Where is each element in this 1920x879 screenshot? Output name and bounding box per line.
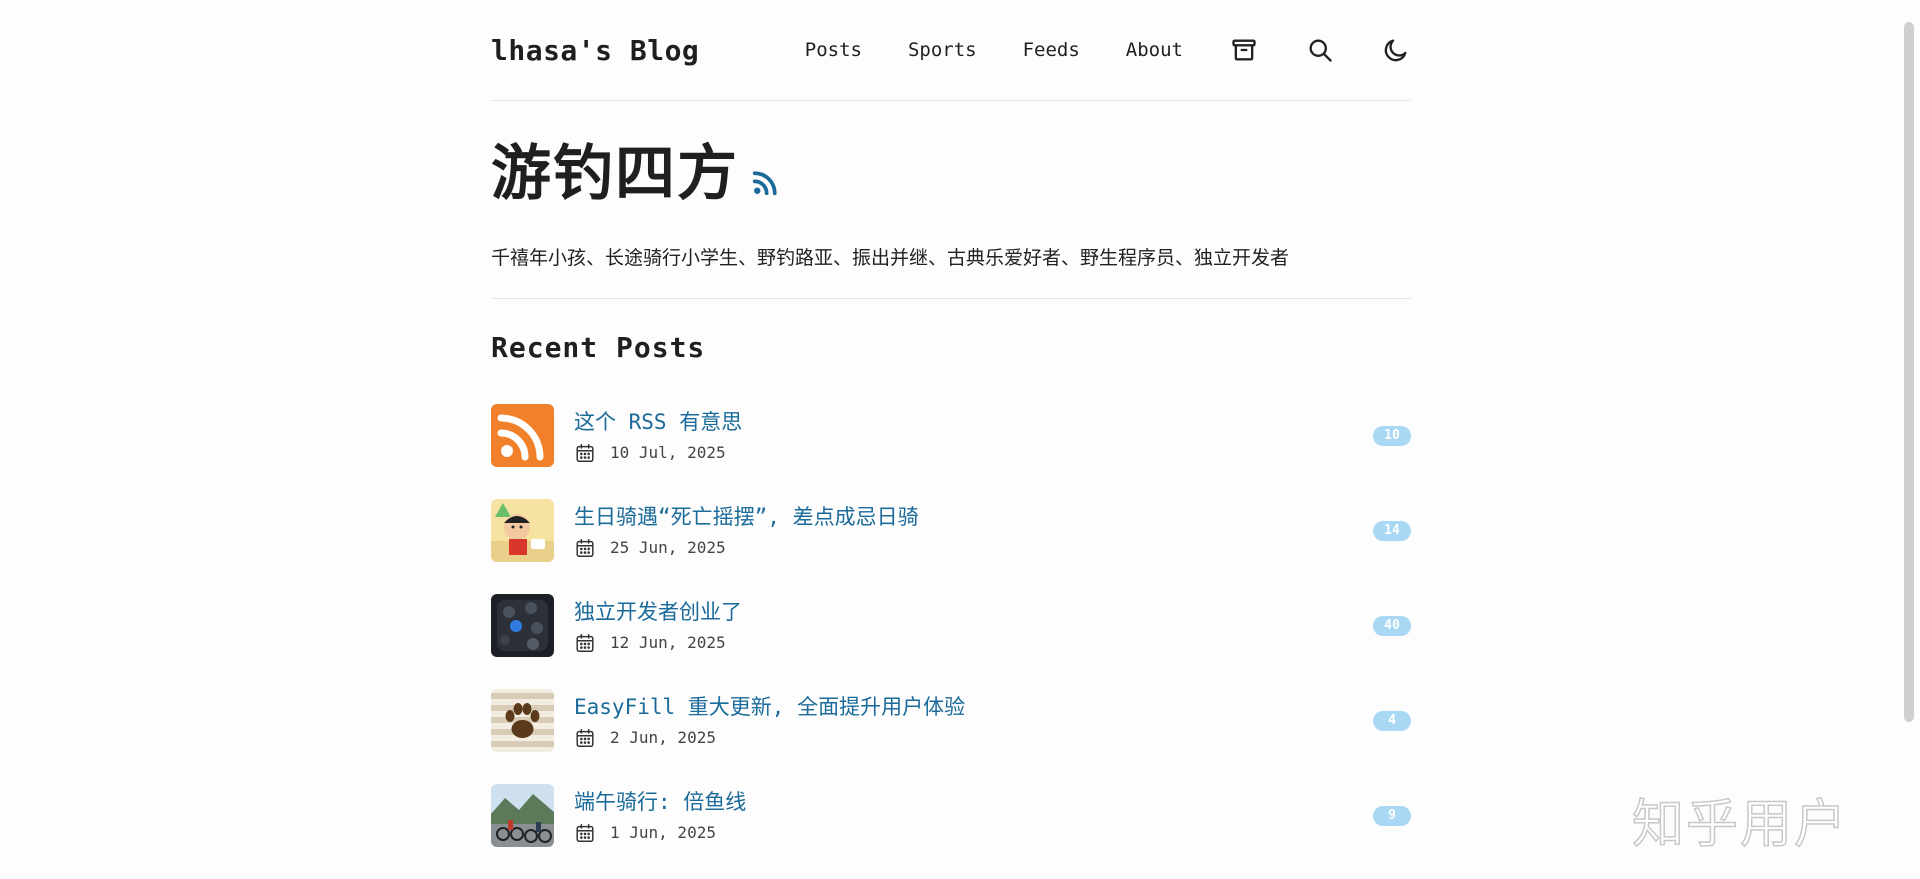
search-icon[interactable] [1305,35,1335,65]
post-item: EasyFill 重大更新, 全面提升用户体验 2 Jun, 2025 4 [491,673,1411,768]
hero-title-row: 游钓四方 [491,131,1411,209]
nav-link-about[interactable]: About [1126,39,1183,61]
post-info: EasyFill 重大更新, 全面提升用户体验 2 Jun, 2025 [574,693,965,749]
comment-count-badge[interactable]: 4 [1373,710,1411,731]
post-info: 这个 RSS 有意思 10 Jul, 2025 [574,408,742,464]
page-scrollbar[interactable] [1904,22,1914,722]
post-title-link[interactable]: 这个 RSS 有意思 [574,408,742,436]
post-title-link[interactable]: 独立开发者创业了 [574,598,742,626]
post-item: 这个 RSS 有意思 10 Jul, 2025 10 [491,388,1411,483]
post-meta: 10 Jul, 2025 [574,442,742,464]
post-item: 端午骑行: 倍鱼线 1 Jun, 2025 9 [491,768,1411,863]
post-meta: 2 Jun, 2025 [574,727,965,749]
watermark: 知乎用户 [1631,794,1849,856]
hero-description: 千禧年小孩、长途骑行小学生、野钓路亚、振出并继、古典乐爱好者、野生程序员、独立开… [491,247,1290,269]
post-meta: 1 Jun, 2025 [574,822,746,844]
post-date: 10 Jul, 2025 [610,443,726,462]
post-meta: 25 Jun, 2025 [574,537,919,559]
post-list: 这个 RSS 有意思 10 Jul, 2025 10 生日骑遇“死亡摇摆”, 差… [491,388,1411,863]
page-title: 游钓四方 [491,138,739,209]
post-date: 2 Jun, 2025 [610,728,716,747]
nav-link-sports[interactable]: Sports [908,39,977,61]
comment-count-badge[interactable]: 9 [1373,805,1411,826]
nav-link-feeds[interactable]: Feeds [1023,39,1080,61]
comment-count-badge[interactable]: 10 [1373,425,1411,446]
post-date: 12 Jun, 2025 [610,633,726,652]
site-logo[interactable]: lhasa's Blog [491,34,699,67]
recent-posts-heading: Recent Posts [491,331,706,364]
post-info: 独立开发者创业了 12 Jun, 2025 [574,598,742,654]
post-item: 生日骑遇“死亡摇摆”, 差点成忌日骑 25 Jun, 2025 14 [491,483,1411,578]
post-thumbnail-phone[interactable] [491,594,554,657]
calendar-icon [576,633,594,652]
post-info: 生日骑遇“死亡摇摆”, 差点成忌日骑 25 Jun, 2025 [574,503,919,559]
main-nav: Posts Sports Feeds About [759,35,1411,65]
post-thumbnail-rss[interactable] [491,404,554,467]
post-thumbnail-paw[interactable] [491,689,554,752]
post-item: 独立开发者创业了 12 Jun, 2025 40 [491,578,1411,673]
hero-section: 游钓四方 千禧年小孩、长途骑行小学生、野钓路亚、振出并继、古典乐爱好者、野生程序… [491,131,1411,299]
post-info: 端午骑行: 倍鱼线 1 Jun, 2025 [574,788,746,844]
rss-feed-icon[interactable] [751,167,781,197]
post-date: 1 Jun, 2025 [610,823,716,842]
calendar-icon [576,538,594,557]
calendar-icon [576,728,594,747]
archive-icon[interactable] [1229,35,1259,65]
nav-link-posts[interactable]: Posts [805,39,862,61]
site-header: lhasa's Blog Posts Sports Feeds About [491,0,1411,101]
comment-count-badge[interactable]: 40 [1373,615,1411,636]
main-container: lhasa's Blog Posts Sports Feeds About 游钓… [491,0,1411,863]
post-title-link[interactable]: 端午骑行: 倍鱼线 [574,788,746,816]
post-title-link[interactable]: EasyFill 重大更新, 全面提升用户体验 [574,693,965,721]
post-title-link[interactable]: 生日骑遇“死亡摇摆”, 差点成忌日骑 [574,503,919,531]
comment-count-badge[interactable]: 14 [1373,520,1411,541]
page: lhasa's Blog Posts Sports Feeds About 游钓… [0,0,1920,879]
post-meta: 12 Jun, 2025 [574,632,742,654]
post-thumbnail-bikes[interactable] [491,784,554,847]
moon-icon[interactable] [1381,35,1411,65]
calendar-icon [576,823,594,842]
calendar-icon [576,443,594,462]
post-thumbnail-cartoon[interactable] [491,499,554,562]
post-date: 25 Jun, 2025 [610,538,726,557]
